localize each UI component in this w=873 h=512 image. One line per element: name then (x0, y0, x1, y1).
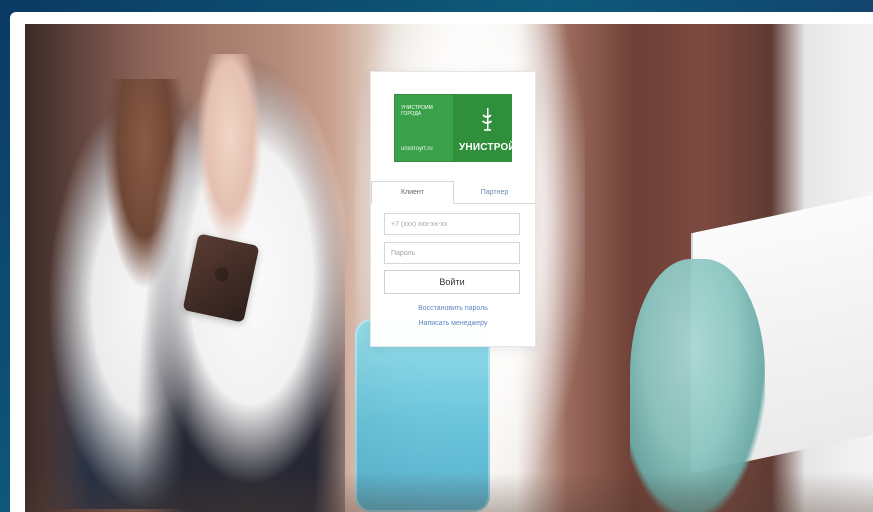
app-frame: УНИСТРОИМ ГОРОДА unistroyrf.ru УНИСТРОЙ … (10, 12, 873, 512)
city-tower-icon (481, 108, 493, 131)
logo-left-panel: УНИСТРОИМ ГОРОДА unistroyrf.ru (395, 95, 453, 161)
login-tabs: Клиент Партнер (371, 181, 535, 204)
tab-client[interactable]: Клиент (371, 181, 454, 204)
write-manager-link[interactable]: Написать менеджеру (371, 320, 535, 327)
login-card: УНИСТРОИМ ГОРОДА unistroyrf.ru УНИСТРОЙ … (370, 71, 536, 347)
logo-brand-name: УНИСТРОЙ (459, 142, 516, 153)
phone-input[interactable] (384, 213, 520, 235)
logo-right-panel: УНИСТРОЙ (453, 95, 516, 161)
brand-logo: УНИСТРОИМ ГОРОДА unistroyrf.ru УНИСТРОЙ (394, 94, 516, 162)
floor-shadow (25, 472, 873, 512)
tab-partner[interactable]: Партнер (454, 181, 535, 203)
login-button[interactable]: Войти (384, 270, 520, 294)
restore-password-link[interactable]: Восстановить пароль (371, 305, 535, 312)
logo-tagline-line2: ГОРОДА (401, 111, 422, 117)
password-input[interactable] (384, 242, 520, 264)
logo-site: unistroyrf.ru (401, 146, 433, 152)
